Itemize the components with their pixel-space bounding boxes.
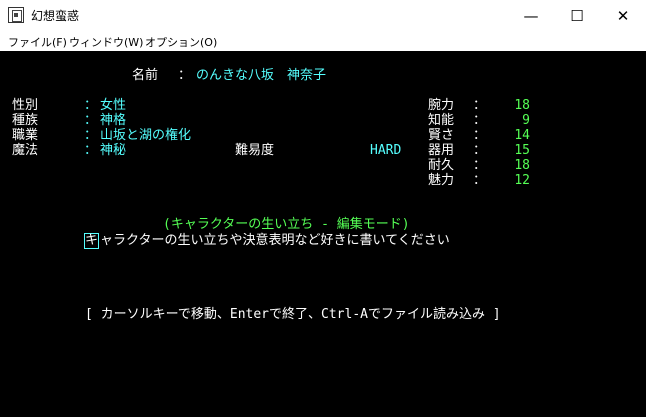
- stat-sep-str: ：: [473, 98, 487, 113]
- stat-value-wis: 14: [514, 128, 530, 143]
- minimize-button[interactable]: —: [508, 0, 554, 31]
- title-bar: 幻想蛮惑 — ☐ ✕: [0, 0, 646, 31]
- race-label: 種族: [12, 113, 39, 128]
- stat-label-wis: 賢さ: [428, 128, 455, 143]
- stat-sep-chr: ：: [473, 173, 487, 188]
- stat-label-con: 耐久: [428, 158, 455, 173]
- stat-label-dex: 器用: [428, 143, 455, 158]
- edit-mode-title: (キャラクターの生い立ち - 編集モード): [163, 217, 410, 232]
- menu-file[interactable]: ファイル(F): [8, 34, 67, 50]
- stat-label-int: 知能: [428, 113, 455, 128]
- difficulty-value: HARD: [370, 143, 402, 158]
- stat-label-str: 腕力: [428, 98, 455, 113]
- window-title: 幻想蛮惑: [31, 9, 80, 23]
- stat-value-str: 18: [514, 98, 530, 113]
- sex-label: 性別: [12, 98, 39, 113]
- close-button[interactable]: ✕: [600, 0, 646, 31]
- sex-value: 女性: [100, 98, 127, 113]
- stat-sep-wis: ：: [473, 128, 487, 143]
- maximize-button[interactable]: ☐: [554, 0, 600, 31]
- difficulty-label: 難易度: [235, 143, 275, 158]
- stat-value-int: 9: [522, 113, 530, 128]
- name-label: 名前: [132, 68, 159, 83]
- race-value: 神格: [100, 113, 127, 128]
- race-separator: ：: [84, 113, 98, 128]
- magic-separator: ：: [84, 143, 98, 158]
- class-separator: ：: [84, 128, 98, 143]
- history-prompt-text[interactable]: ャラクターの生い立ちや決意表明など好きに書いてください: [100, 233, 450, 249]
- stat-sep-int: ：: [473, 113, 487, 128]
- cursor-char[interactable]: キ: [85, 233, 98, 249]
- app-icon[interactable]: [8, 7, 24, 23]
- sex-separator: ：: [84, 98, 98, 113]
- stat-value-dex: 15: [514, 143, 530, 158]
- magic-label: 魔法: [12, 143, 39, 158]
- character-name: のんきな八坂 神奈子: [196, 68, 327, 83]
- class-label: 職業: [12, 128, 39, 143]
- menu-window[interactable]: ウィンドウ(W): [69, 34, 143, 50]
- class-value: 山坂と湖の権化: [100, 128, 192, 143]
- stat-sep-dex: ：: [473, 143, 487, 158]
- name-separator: ：: [178, 68, 192, 83]
- menu-bar: ファイル(F) ウィンドウ(W) オプション(O): [0, 31, 646, 51]
- menu-options[interactable]: オプション(O): [145, 34, 217, 50]
- game-screen[interactable]: 名前 ： のんきな八坂 神奈子 性別 ： 女性 種族 ： 神格 職業 ： 山坂と…: [0, 51, 646, 417]
- stat-sep-con: ：: [473, 158, 487, 173]
- help-line: [ カーソルキーで移動、Enterで終了、Ctrl-Aでファイル読み込み ]: [85, 307, 501, 322]
- stat-label-chr: 魅力: [428, 173, 455, 188]
- stat-value-chr: 12: [514, 173, 530, 188]
- magic-value: 神秘: [100, 143, 127, 158]
- stat-value-con: 18: [514, 158, 530, 173]
